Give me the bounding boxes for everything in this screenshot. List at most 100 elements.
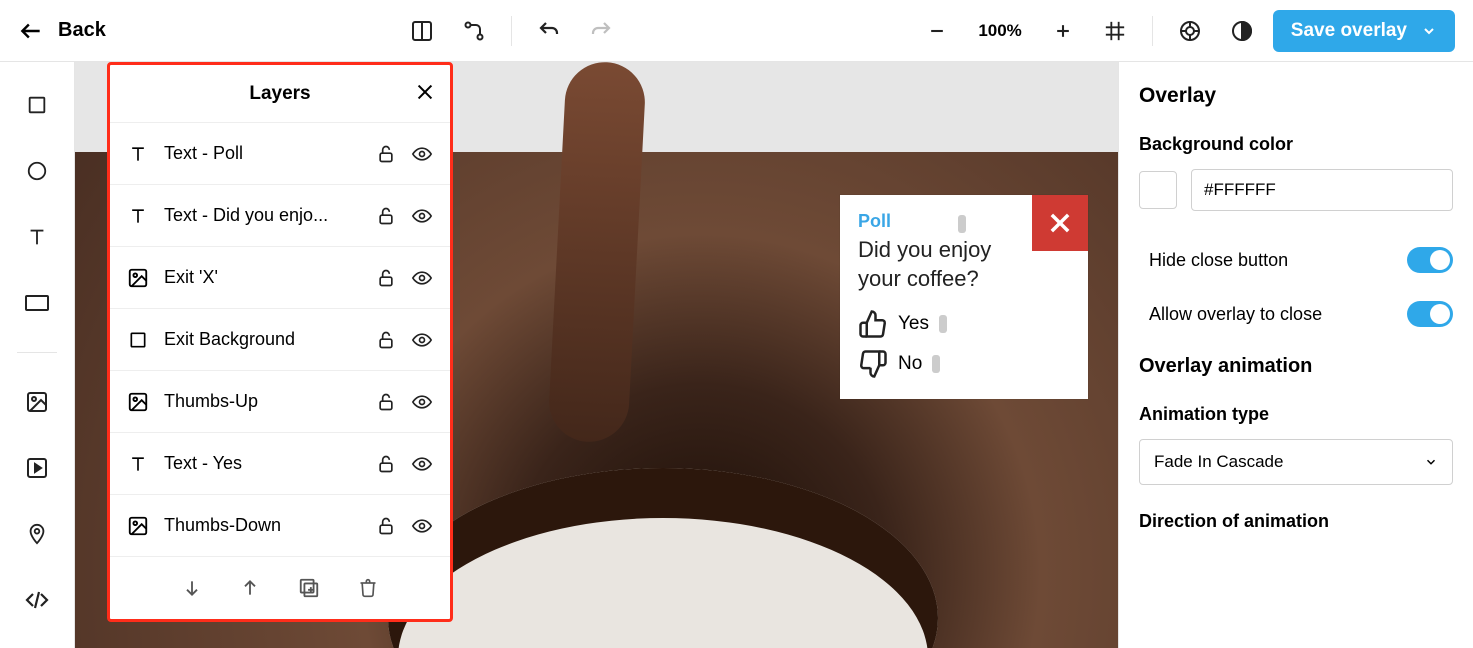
bg-color-swatch[interactable] bbox=[1139, 171, 1177, 209]
grid-button[interactable] bbox=[1094, 10, 1136, 52]
zoom-in-button[interactable] bbox=[1042, 10, 1084, 52]
hide-close-label: Hide close button bbox=[1149, 250, 1288, 271]
layer-lock-button[interactable] bbox=[376, 454, 396, 474]
layer-visibility-button[interactable] bbox=[410, 268, 434, 288]
layer-delete-button[interactable] bbox=[358, 577, 378, 599]
layer-duplicate-button[interactable] bbox=[298, 577, 320, 599]
animation-type-value: Fade In Cascade bbox=[1154, 452, 1283, 472]
layout-panels-button[interactable] bbox=[401, 10, 443, 52]
tool-pin[interactable] bbox=[20, 517, 54, 551]
redo-button[interactable] bbox=[580, 10, 622, 52]
bg-color-label: Background color bbox=[1139, 134, 1453, 155]
branch-button[interactable] bbox=[453, 10, 495, 52]
contrast-button[interactable] bbox=[1221, 10, 1263, 52]
allow-close-label: Allow overlay to close bbox=[1149, 304, 1322, 325]
animation-type-select[interactable]: Fade In Cascade bbox=[1139, 439, 1453, 485]
layer-lock-button[interactable] bbox=[376, 144, 396, 164]
layers-panel-title: Layers bbox=[249, 83, 310, 105]
thumbs-down-icon bbox=[858, 349, 888, 379]
overlay-close-button[interactable] bbox=[1032, 195, 1088, 251]
tool-rectangle[interactable] bbox=[20, 88, 54, 122]
layer-lock-button[interactable] bbox=[376, 206, 396, 226]
layers-panel-close-button[interactable] bbox=[414, 81, 436, 103]
layer-type-icon bbox=[126, 206, 150, 226]
tool-text[interactable] bbox=[20, 220, 54, 254]
drag-handle[interactable] bbox=[939, 315, 947, 333]
layer-lock-button[interactable] bbox=[376, 392, 396, 412]
tool-code[interactable] bbox=[20, 583, 54, 617]
zoom-out-button[interactable] bbox=[916, 10, 958, 52]
layer-type-icon bbox=[126, 515, 150, 537]
layer-label: Thumbs-Down bbox=[164, 515, 362, 536]
layer-visibility-button[interactable] bbox=[410, 516, 434, 536]
layer-move-up-button[interactable] bbox=[240, 578, 260, 598]
animation-type-label: Animation type bbox=[1139, 404, 1453, 425]
layer-visibility-button[interactable] bbox=[410, 392, 434, 412]
animation-heading: Overlay animation bbox=[1139, 355, 1453, 378]
rail-divider bbox=[17, 352, 57, 353]
undo-button[interactable] bbox=[528, 10, 570, 52]
layer-row[interactable]: Text - Did you enjo... bbox=[110, 185, 450, 247]
direction-label: Direction of animation bbox=[1139, 511, 1453, 532]
sidebar-heading: Overlay bbox=[1139, 84, 1453, 108]
layer-row[interactable]: Thumbs-Down bbox=[110, 495, 450, 557]
tool-image[interactable] bbox=[20, 385, 54, 419]
layers-panel-footer bbox=[110, 557, 450, 619]
canvas[interactable]: Layers Text - Poll Text - Did you enjo...… bbox=[75, 62, 1118, 648]
layer-lock-button[interactable] bbox=[376, 516, 396, 536]
poll-option-no-label: No bbox=[898, 353, 922, 375]
tool-circle[interactable] bbox=[20, 154, 54, 188]
layer-row[interactable]: Exit Background bbox=[110, 309, 450, 371]
drag-handle[interactable] bbox=[958, 215, 966, 233]
layer-move-down-button[interactable] bbox=[182, 578, 202, 598]
layer-type-icon bbox=[126, 454, 150, 474]
layer-type-icon bbox=[126, 391, 150, 413]
back-label: Back bbox=[58, 19, 106, 42]
back-button[interactable]: Back bbox=[18, 18, 106, 44]
help-button[interactable] bbox=[1169, 10, 1211, 52]
layer-visibility-button[interactable] bbox=[410, 144, 434, 164]
layer-visibility-button[interactable] bbox=[410, 330, 434, 350]
chevron-down-icon bbox=[1421, 23, 1437, 39]
chevron-down-icon bbox=[1424, 455, 1438, 469]
properties-sidebar: Overlay Background color Hide close butt… bbox=[1118, 62, 1473, 648]
poll-question: Did you enjoy your coffee? bbox=[858, 236, 1018, 293]
hide-close-toggle[interactable] bbox=[1407, 247, 1453, 273]
allow-close-toggle[interactable] bbox=[1407, 301, 1453, 327]
bg-color-input[interactable] bbox=[1191, 169, 1453, 211]
thumbs-up-icon bbox=[858, 309, 888, 339]
layer-label: Exit 'X' bbox=[164, 267, 362, 288]
drag-handle[interactable] bbox=[932, 355, 940, 373]
layer-list: Text - Poll Text - Did you enjo... Exit 'X… bbox=[110, 123, 450, 557]
zoom-level: 100% bbox=[968, 21, 1031, 41]
arrow-left-icon bbox=[18, 18, 44, 44]
layer-lock-button[interactable] bbox=[376, 330, 396, 350]
layer-lock-button[interactable] bbox=[376, 268, 396, 288]
layer-type-icon bbox=[126, 144, 150, 164]
layer-row[interactable]: Thumbs-Up bbox=[110, 371, 450, 433]
layer-type-icon bbox=[126, 267, 150, 289]
layer-visibility-button[interactable] bbox=[410, 454, 434, 474]
layer-row[interactable]: Text - Yes bbox=[110, 433, 450, 495]
layers-panel-header: Layers bbox=[110, 65, 450, 123]
tool-button[interactable] bbox=[20, 286, 54, 320]
save-overlay-label: Save overlay bbox=[1291, 20, 1407, 42]
overlay-poll-card[interactable]: Poll Did you enjoy your coffee? Yes No bbox=[840, 195, 1088, 399]
layer-visibility-button[interactable] bbox=[410, 206, 434, 226]
layer-label: Exit Background bbox=[164, 329, 362, 350]
layer-row[interactable]: Exit 'X' bbox=[110, 247, 450, 309]
layer-label: Text - Did you enjo... bbox=[164, 205, 362, 226]
tool-video[interactable] bbox=[20, 451, 54, 485]
tool-rail bbox=[0, 62, 75, 648]
layer-label: Text - Poll bbox=[164, 143, 362, 164]
layer-label: Text - Yes bbox=[164, 453, 362, 474]
main: Layers Text - Poll Text - Did you enjo...… bbox=[0, 62, 1473, 648]
poll-option-no[interactable]: No bbox=[858, 349, 1070, 379]
topbar: Back 100% Save overlay bbox=[0, 0, 1473, 62]
poll-option-yes[interactable]: Yes bbox=[858, 309, 1070, 339]
layer-row[interactable]: Text - Poll bbox=[110, 123, 450, 185]
layer-type-icon bbox=[126, 330, 150, 350]
poll-option-yes-label: Yes bbox=[898, 313, 929, 335]
layer-label: Thumbs-Up bbox=[164, 391, 362, 412]
save-overlay-button[interactable]: Save overlay bbox=[1273, 10, 1455, 52]
